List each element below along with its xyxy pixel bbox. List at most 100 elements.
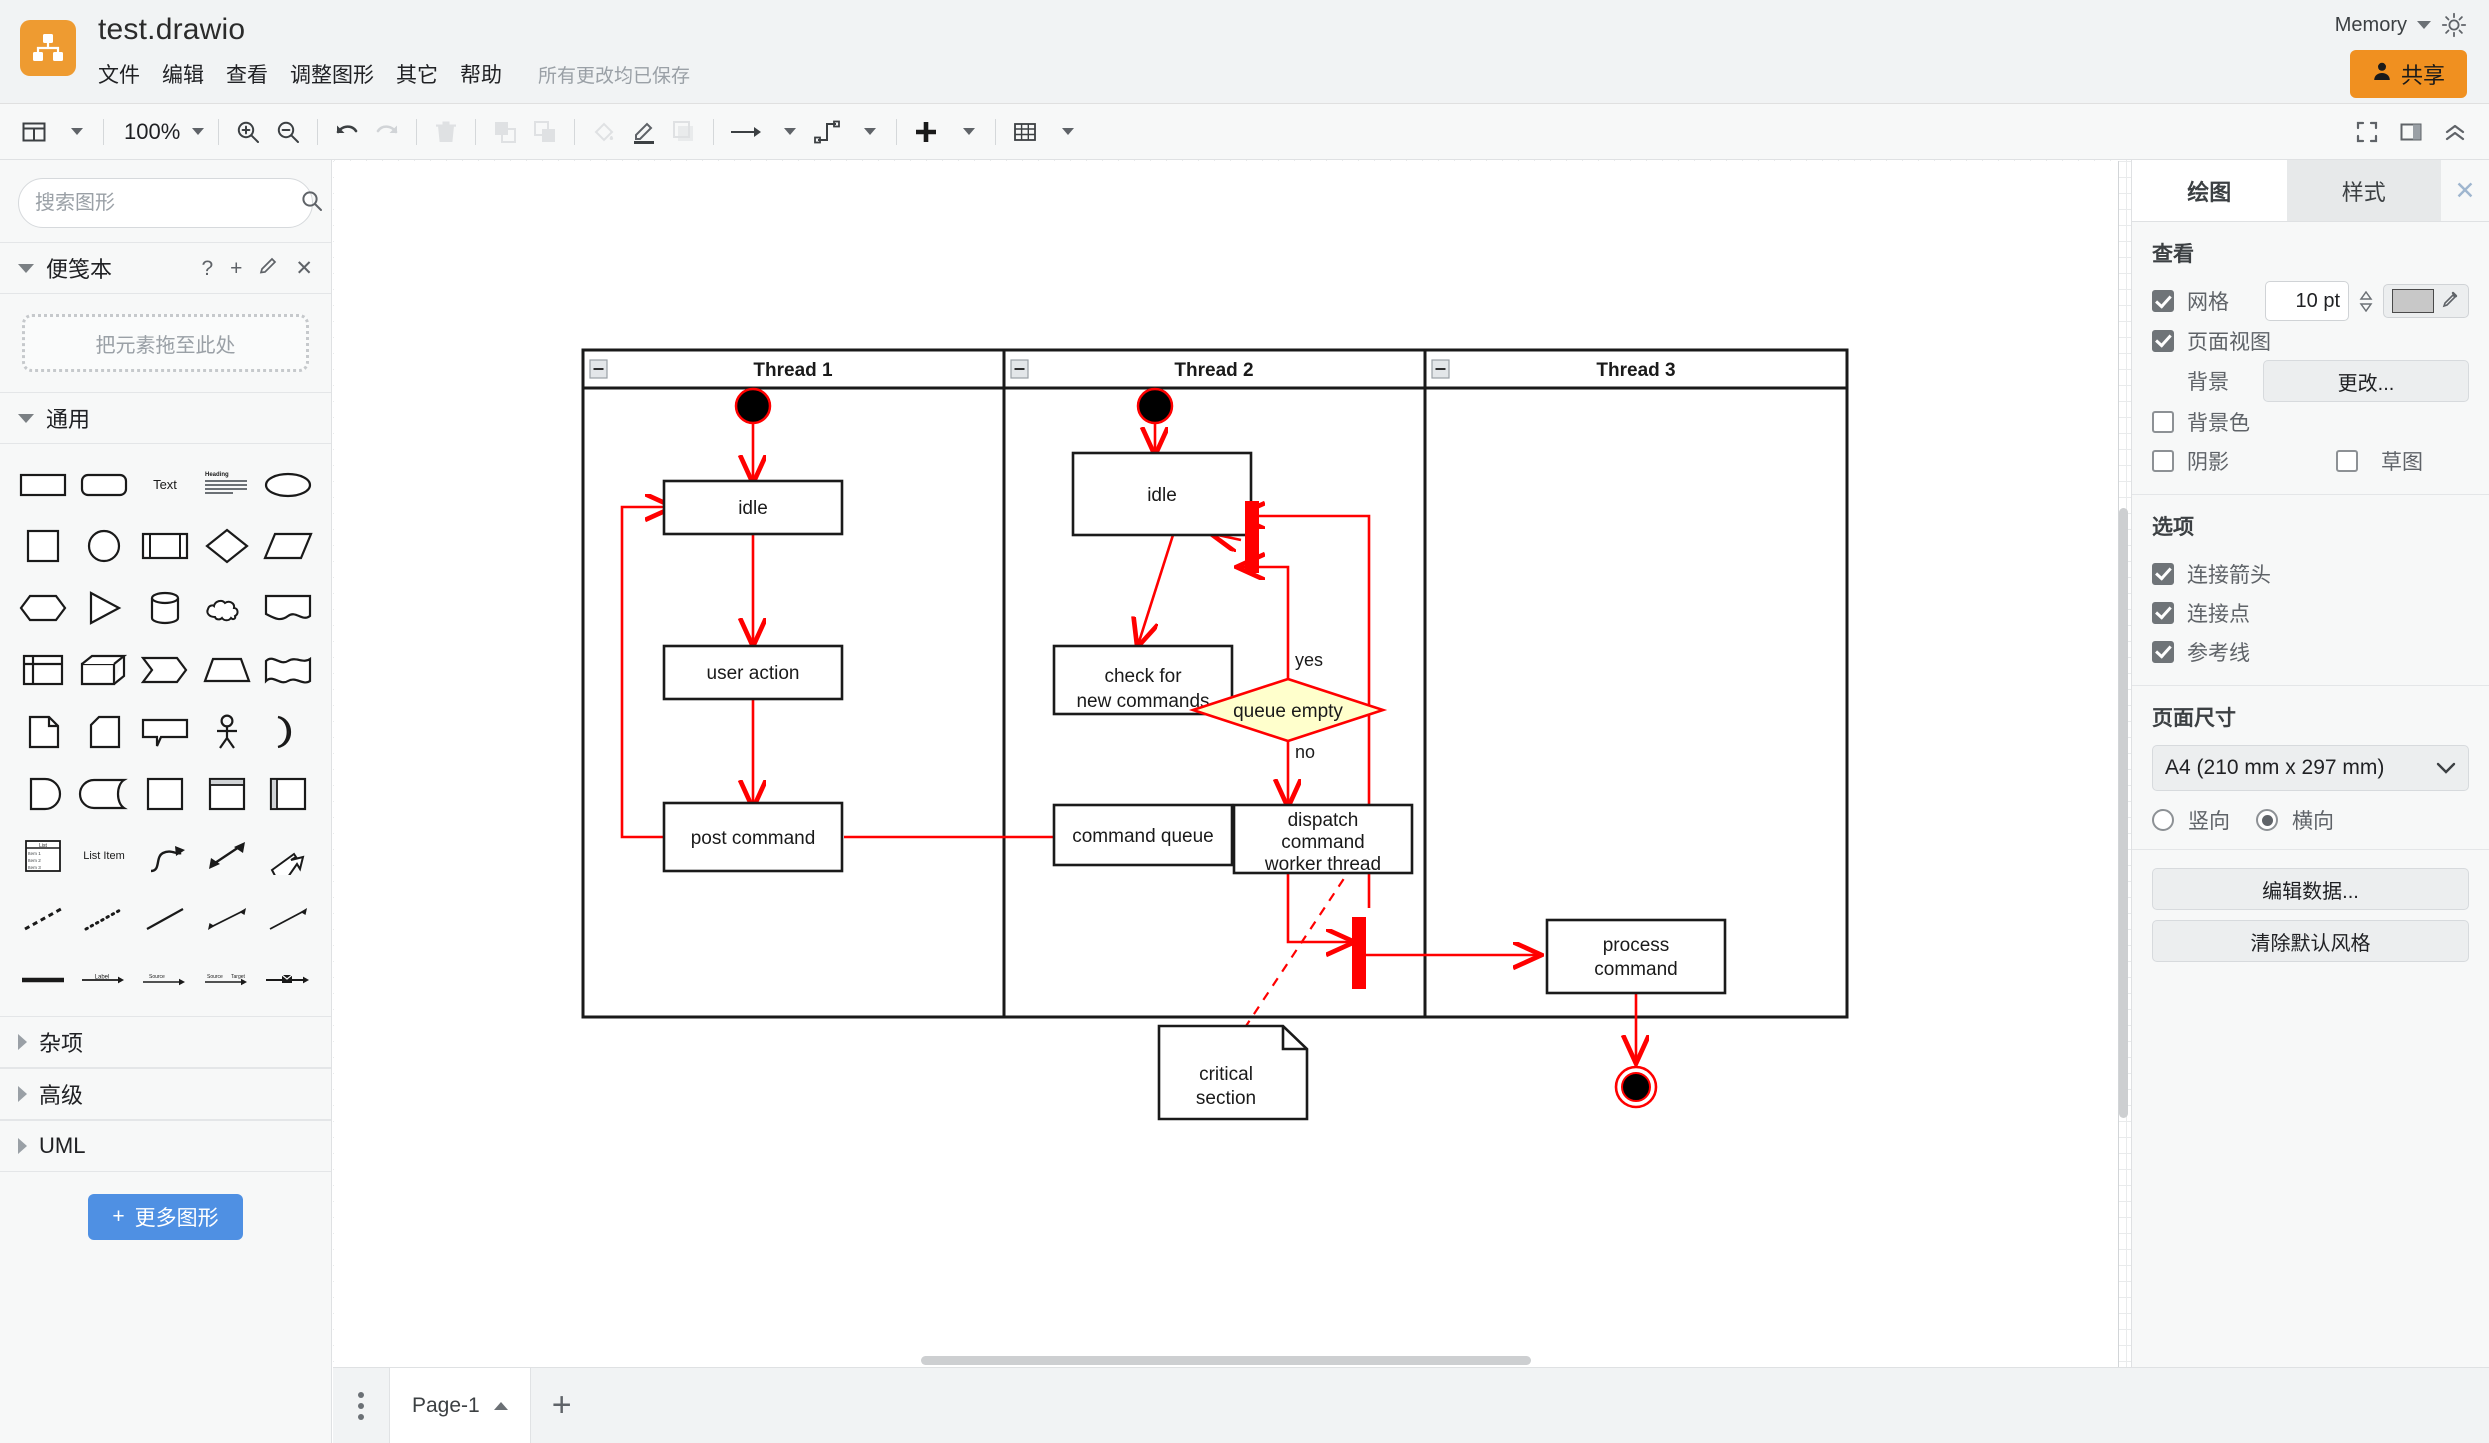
edit-data-button[interactable]: 编辑数据... <box>2152 868 2469 910</box>
pencil-icon[interactable] <box>259 257 278 280</box>
shape-labeled-arrow[interactable]: Label <box>73 954 134 1006</box>
panel-layout-dropdown[interactable] <box>54 112 94 152</box>
shadow-icon[interactable] <box>664 112 704 152</box>
menu-file[interactable]: 文件 <box>98 56 153 92</box>
chevron-double-up-icon[interactable] <box>2435 112 2475 152</box>
insert-dropdown[interactable] <box>946 112 986 152</box>
shape-message-arrow[interactable] <box>258 954 319 1006</box>
orientation-portrait-radio[interactable] <box>2152 809 2174 831</box>
shape-horizontal-container[interactable] <box>258 768 319 820</box>
shape-directional-line[interactable] <box>258 892 319 944</box>
connection-arrows-label[interactable]: 连接箭头 <box>2187 559 2271 589</box>
shape-thick-line[interactable] <box>12 954 73 1006</box>
share-button[interactable]: 共享 <box>2349 50 2467 98</box>
chevron-down-icon[interactable] <box>2417 21 2431 29</box>
section-uml[interactable]: UML <box>0 1120 331 1172</box>
node-final-thread3[interactable] <box>1614 1065 1658 1109</box>
connection-points-label[interactable]: 连接点 <box>2187 598 2250 628</box>
diagram-canvas[interactable]: Thread 1 Thread 2 Thread 3 idle user act… <box>333 160 2131 1367</box>
shape-cube[interactable] <box>73 644 134 696</box>
shape-vertical-container[interactable] <box>196 768 257 820</box>
page-view-checkbox[interactable] <box>2152 329 2174 352</box>
node-idle-thread2[interactable]: idle <box>1071 451 1253 537</box>
node-user-action[interactable]: user action <box>662 644 844 701</box>
node-idle-thread1[interactable]: idle <box>662 479 844 536</box>
fill-color-icon[interactable] <box>584 112 624 152</box>
shape-cloud[interactable] <box>196 582 257 634</box>
section-scratchpad[interactable]: 便笺本 ? + ✕ <box>0 242 331 294</box>
shape-step[interactable] <box>135 644 196 696</box>
connection-style-dropdown[interactable] <box>847 112 887 152</box>
sun-icon[interactable] <box>2441 12 2467 38</box>
page-view-label[interactable]: 页面视图 <box>2187 326 2271 356</box>
shape-ellipse[interactable] <box>258 458 319 510</box>
shape-text[interactable]: Text <box>135 458 196 510</box>
shape-dashed-line[interactable] <box>12 892 73 944</box>
shape-process[interactable] <box>135 520 196 572</box>
table-icon[interactable] <box>1005 112 1045 152</box>
shape-internal-storage[interactable] <box>12 644 73 696</box>
connection-arrows-checkbox[interactable] <box>2152 562 2174 585</box>
node-sync-bar-2[interactable] <box>1352 917 1366 989</box>
shape-actor[interactable] <box>196 706 257 758</box>
tab-style[interactable]: 样式 <box>2286 160 2441 221</box>
chevron-up-icon[interactable] <box>493 1401 508 1410</box>
shape-plain-line[interactable] <box>135 892 196 944</box>
zoom-out-icon[interactable] <box>268 112 308 152</box>
page-size-select[interactable]: A4 (210 mm x 297 mm) <box>2152 745 2469 791</box>
node-initial-thread2[interactable] <box>1136 387 1174 425</box>
orientation-landscape-radio[interactable] <box>2256 809 2278 831</box>
shape-curve-arrow[interactable] <box>135 830 196 882</box>
memory-label[interactable]: Memory <box>2335 14 2407 37</box>
node-note-critical-section[interactable]: critical section <box>1157 1024 1309 1121</box>
node-post-command[interactable]: post command <box>662 801 844 873</box>
plus-icon[interactable]: + <box>230 258 242 279</box>
shadow-checkbox[interactable] <box>2152 449 2174 472</box>
menu-help[interactable]: 帮助 <box>460 56 515 92</box>
background-color-checkbox[interactable] <box>2152 410 2174 433</box>
node-initial-thread1[interactable] <box>734 387 772 425</box>
zoom-in-icon[interactable] <box>228 112 268 152</box>
shape-or[interactable] <box>258 706 319 758</box>
shape-data-storage[interactable] <box>12 768 73 820</box>
send-to-back-icon[interactable] <box>525 112 565 152</box>
shape-list[interactable]: List Item 1 Item 2 Item 3 <box>12 830 73 882</box>
horizontal-scrollbar[interactable] <box>333 1353 2131 1367</box>
shape-callout[interactable] <box>135 706 196 758</box>
connection-points-checkbox[interactable] <box>2152 601 2174 624</box>
add-page-button[interactable]: + <box>531 1368 593 1443</box>
vertical-dots-icon[interactable] <box>333 1368 389 1443</box>
close-icon[interactable]: ✕ <box>2441 160 2489 221</box>
orientation-portrait-label[interactable]: 竖向 <box>2188 805 2230 835</box>
bring-to-front-icon[interactable] <box>485 112 525 152</box>
guides-checkbox[interactable] <box>2152 640 2174 663</box>
search-icon[interactable] <box>300 189 324 218</box>
shape-cylinder[interactable] <box>135 582 196 634</box>
page-tab-page-1[interactable]: Page-1 <box>389 1367 531 1443</box>
panel-layout-icon[interactable] <box>14 112 54 152</box>
shape-list-item[interactable]: List Item <box>73 830 134 882</box>
orientation-landscape-label[interactable]: 横向 <box>2292 805 2334 835</box>
vertical-scrollbar-thumb[interactable] <box>2119 508 2128 1118</box>
section-misc[interactable]: 杂项 <box>0 1016 331 1068</box>
shape-delay[interactable] <box>73 768 134 820</box>
background-change-button[interactable]: 更改... <box>2263 360 2469 402</box>
trash-icon[interactable] <box>426 112 466 152</box>
node-sync-bar-1[interactable] <box>1245 501 1259 573</box>
node-process-command[interactable]: process command <box>1545 918 1727 995</box>
search-box[interactable] <box>18 178 322 228</box>
shape-source-target-label-arrow[interactable]: Source Target <box>196 954 257 1006</box>
menu-extras[interactable]: 其它 <box>396 56 451 92</box>
line-color-icon[interactable] <box>624 112 664 152</box>
menu-arrange[interactable]: 调整图形 <box>290 56 387 92</box>
shape-textbox[interactable]: Heading <box>196 458 257 510</box>
sketch-checkbox[interactable] <box>2336 449 2358 472</box>
question-icon[interactable]: ? <box>201 258 213 279</box>
grid-color-picker[interactable] <box>2383 284 2469 318</box>
shape-container[interactable] <box>135 768 196 820</box>
plus-icon[interactable] <box>906 112 946 152</box>
horizontal-scrollbar-thumb[interactable] <box>921 1356 1531 1365</box>
grid-size-stepper[interactable] <box>2359 290 2373 312</box>
shape-rounded-rectangle[interactable] <box>73 458 134 510</box>
shape-block-arrow[interactable] <box>258 830 319 882</box>
